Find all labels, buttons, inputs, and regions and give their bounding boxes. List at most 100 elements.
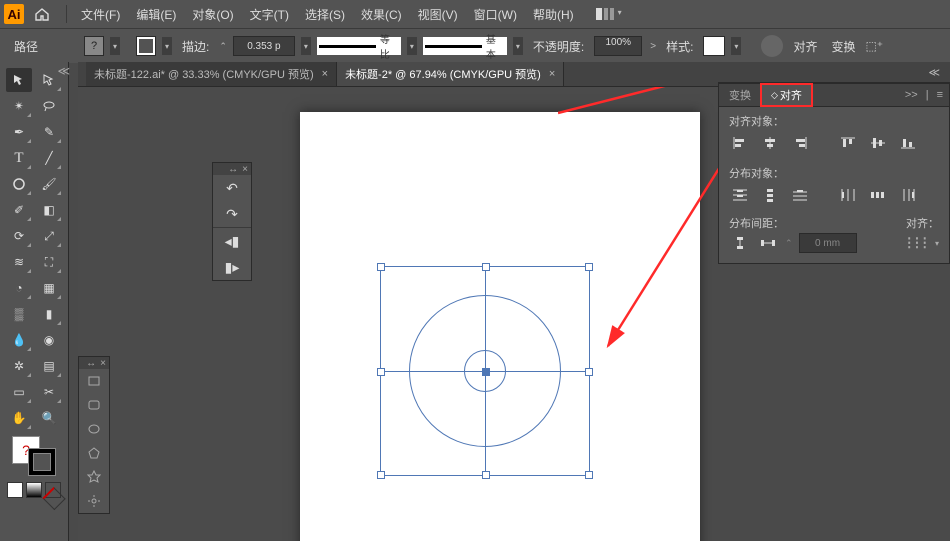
align-left-icon[interactable] xyxy=(729,133,751,153)
shape-rect-icon[interactable] xyxy=(79,369,109,393)
tab-doc2[interactable]: 未标题-2* @ 67.94% (CMYK/GPU 预览)× xyxy=(337,62,564,86)
none-mode-icon[interactable] xyxy=(45,482,61,498)
stroke-profile[interactable]: 等比 xyxy=(317,37,401,55)
align-bottom-icon[interactable] xyxy=(897,133,919,153)
optbar-transform[interactable]: 变换 xyxy=(827,38,859,55)
panel-more-icon[interactable]: >> xyxy=(905,89,918,101)
undo-icon[interactable]: ↶ xyxy=(213,175,251,201)
menu-effect[interactable]: 效果(C) xyxy=(353,6,410,23)
artboard-tool[interactable]: ▭ xyxy=(6,380,32,404)
step-fwd-icon[interactable]: ▮▸ xyxy=(213,254,251,280)
dist-hcenter-icon[interactable] xyxy=(867,185,889,205)
color-mode-icon[interactable] xyxy=(7,482,23,498)
arrange-icon[interactable]: ▾ xyxy=(596,8,622,20)
pen-tool[interactable]: ✒ xyxy=(6,120,32,144)
align-to-dropdown-icon[interactable]: ▾ xyxy=(935,239,939,248)
curvature-tool[interactable]: ✎ xyxy=(36,120,62,144)
menu-text[interactable]: 文字(T) xyxy=(242,6,297,23)
type-tool[interactable]: T xyxy=(6,146,32,170)
stroke-brush[interactable]: 基本 xyxy=(423,37,507,55)
menu-window[interactable]: 窗口(W) xyxy=(466,6,525,23)
free-transform-tool[interactable]: ⛶ xyxy=(36,250,62,274)
shaper-tool[interactable]: ✐ xyxy=(6,198,32,222)
style-dd[interactable]: ▾ xyxy=(731,37,741,55)
lasso-tool[interactable] xyxy=(36,94,62,118)
mesh-tool[interactable]: ▒ xyxy=(6,302,32,326)
shape-builder-tool[interactable]: ◔ xyxy=(6,276,32,300)
paintbrush-tool[interactable]: 🖌 xyxy=(36,172,62,196)
shape-ellipse-icon[interactable] xyxy=(79,417,109,441)
panel-menu-icon[interactable]: ≡ xyxy=(937,89,943,101)
menu-object[interactable]: 对象(O) xyxy=(184,6,241,23)
style-swatch[interactable] xyxy=(703,36,725,56)
dist-left-icon[interactable] xyxy=(837,185,859,205)
handle-bl[interactable] xyxy=(377,471,385,479)
menu-help[interactable]: 帮助(H) xyxy=(525,6,582,23)
canvas-area[interactable]: ↔× ↔× ↶ ↷ ◂▮ ▮▸ xyxy=(78,86,718,541)
magic-wand-tool[interactable]: ✴ xyxy=(6,94,32,118)
eraser-tool[interactable]: ◧ xyxy=(36,198,62,222)
perspective-tool[interactable]: ▦ xyxy=(36,276,62,300)
pin-icon[interactable]: ↔ xyxy=(86,358,96,369)
align-hcenter-icon[interactable] xyxy=(759,133,781,153)
graph-tool[interactable]: ▤ xyxy=(36,354,62,378)
close-icon[interactable]: × xyxy=(549,68,555,80)
isolate-icon[interactable]: ⬚⁺ xyxy=(865,39,883,53)
spacing-input[interactable]: 0 mm xyxy=(799,233,857,253)
align-right-icon[interactable] xyxy=(789,133,811,153)
ellipse-tool[interactable] xyxy=(6,172,32,196)
stroke-width-dropdown[interactable]: ▾ xyxy=(301,37,311,55)
handle-tc[interactable] xyxy=(482,263,490,271)
dist-top-icon[interactable] xyxy=(729,185,751,205)
symbol-sprayer-tool[interactable]: ✲ xyxy=(6,354,32,378)
stroke-dropdown-icon[interactable]: ▾ xyxy=(162,37,172,55)
dist-right-icon[interactable] xyxy=(897,185,919,205)
gradient-mode-icon[interactable] xyxy=(26,482,42,498)
direct-selection-tool[interactable] xyxy=(36,68,62,92)
stroke-width-input[interactable]: 0.353 p xyxy=(233,36,295,56)
close-icon[interactable]: × xyxy=(322,68,328,80)
gradient-tool[interactable]: ▮ xyxy=(36,302,62,326)
width-tool[interactable]: ≋ xyxy=(6,250,32,274)
pin-icon[interactable]: ↔ xyxy=(228,164,238,175)
home-icon[interactable] xyxy=(30,2,54,26)
menu-edit[interactable]: 编辑(E) xyxy=(128,6,184,23)
align-to-selection-icon[interactable]: ⁝⁝⁝ xyxy=(905,233,931,253)
menu-select[interactable]: 选择(S) xyxy=(297,6,353,23)
close-icon[interactable]: × xyxy=(242,164,248,175)
handle-br[interactable] xyxy=(585,471,593,479)
fill-dropdown-icon[interactable]: ▾ xyxy=(110,37,120,55)
collapse-dock-icon[interactable]: ≪ xyxy=(928,66,940,79)
selection-bounds[interactable] xyxy=(380,266,590,476)
center-point[interactable] xyxy=(482,368,490,376)
selection-tool[interactable] xyxy=(6,68,32,92)
tab-doc1[interactable]: 未标题-122.ai* @ 33.33% (CMYK/GPU 预览)× xyxy=(86,62,337,86)
redo-icon[interactable]: ↷ xyxy=(213,201,251,227)
rotate-tool[interactable]: ⟳ xyxy=(6,224,32,248)
shape-polygon-icon[interactable] xyxy=(79,441,109,465)
dist-horz-space-icon[interactable] xyxy=(757,233,779,253)
menu-file[interactable]: 文件(F) xyxy=(73,6,128,23)
stroke-swatch[interactable] xyxy=(136,36,156,56)
line-tool[interactable]: ╱ xyxy=(36,146,62,170)
shape-roundrect-icon[interactable] xyxy=(79,393,109,417)
shape-flare-icon[interactable] xyxy=(79,489,109,513)
stroke-box[interactable] xyxy=(28,448,56,476)
brush-dd[interactable]: ▾ xyxy=(513,37,523,55)
opacity-input[interactable]: 100% xyxy=(594,36,642,56)
fill-stroke-control[interactable]: ? xyxy=(12,436,56,476)
handle-ml[interactable] xyxy=(377,368,385,376)
dist-vert-space-icon[interactable] xyxy=(729,233,751,253)
close-icon[interactable]: × xyxy=(100,358,106,369)
handle-tr[interactable] xyxy=(585,263,593,271)
handle-bc[interactable] xyxy=(482,471,490,479)
eyedropper-tool[interactable]: 💧 xyxy=(6,328,32,352)
zoom-tool[interactable]: 🔍 xyxy=(36,406,62,430)
shape-star-icon[interactable] xyxy=(79,465,109,489)
slice-tool[interactable]: ✂ xyxy=(36,380,62,404)
profile-dd[interactable]: ▾ xyxy=(407,37,417,55)
handle-mr[interactable] xyxy=(585,368,593,376)
hand-tool[interactable]: ✋ xyxy=(6,406,32,430)
scale-tool[interactable]: ⤢ xyxy=(36,224,62,248)
handle-tl[interactable] xyxy=(377,263,385,271)
